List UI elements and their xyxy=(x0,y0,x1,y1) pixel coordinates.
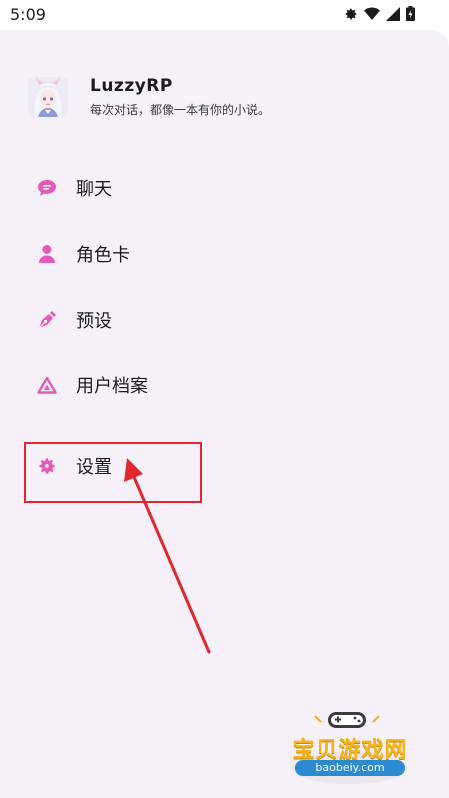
watermark-url: baobeiy.com xyxy=(295,760,405,776)
watermark: 宝贝游戏网 baobeiy.com xyxy=(275,706,425,788)
navigation-drawer: LuzzyRP 每次对话，都像一本有你的小说。 聊天 角色卡 预设 用户档案 设… xyxy=(0,30,449,798)
wifi-icon xyxy=(364,6,380,25)
profile-header: LuzzyRP 每次对话，都像一本有你的小说。 xyxy=(28,76,270,118)
triangle-icon xyxy=(35,373,59,397)
pen-nib-icon xyxy=(35,308,59,332)
status-time: 5:09 xyxy=(10,5,46,24)
person-icon xyxy=(35,242,59,266)
nav-item-label: 角色卡 xyxy=(76,245,130,266)
signal-icon xyxy=(386,6,400,25)
settings-gear-icon xyxy=(344,6,358,25)
status-bar: 5:09 xyxy=(0,0,449,30)
chat-bubble-icon xyxy=(35,176,59,200)
nav-item-label: 用户档案 xyxy=(76,376,148,397)
battery-charging-icon xyxy=(406,6,415,25)
nav-item-label: 预设 xyxy=(76,311,112,332)
annotation-highlight-box xyxy=(24,442,202,503)
nav-item-character-cards[interactable]: 角色卡 xyxy=(24,234,204,274)
nav-item-label: 聊天 xyxy=(76,179,112,200)
nav-item-chat[interactable]: 聊天 xyxy=(24,168,204,208)
avatar[interactable] xyxy=(28,77,68,117)
nav-item-user-profile[interactable]: 用户档案 xyxy=(24,365,204,405)
gamepad-icon xyxy=(328,712,366,728)
app-tagline: 每次对话，都像一本有你的小说。 xyxy=(90,103,271,117)
app-name: LuzzyRP xyxy=(90,76,173,96)
status-icons xyxy=(344,6,415,25)
nav-item-presets[interactable]: 预设 xyxy=(24,300,204,340)
